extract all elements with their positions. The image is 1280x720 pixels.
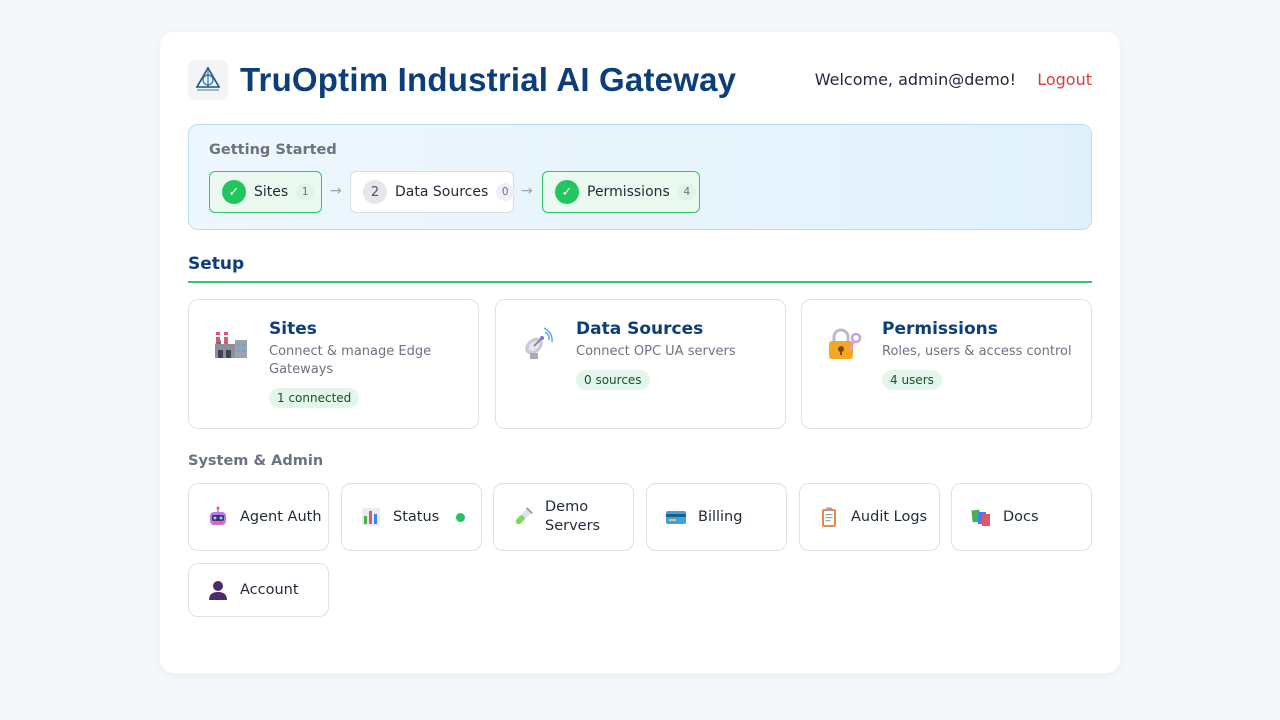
app-title: TruOptim Industrial AI Gateway: [240, 61, 737, 98]
tile-docs[interactable]: Docs: [951, 483, 1092, 551]
setup-divider: [188, 281, 1092, 283]
satellite-dish-icon: [520, 326, 556, 362]
setup-card-permissions[interactable]: Permissions Roles, users & access contro…: [801, 299, 1092, 429]
step-count: 4: [677, 183, 696, 201]
lock-key-icon: [826, 326, 862, 362]
step-sites[interactable]: ✓ Sites 1: [209, 171, 322, 213]
clipboard-icon: [818, 506, 840, 528]
status-badge: 4 users: [882, 370, 942, 390]
tile-agent-auth[interactable]: Agent Auth: [188, 483, 329, 551]
tile-label: Billing: [698, 508, 743, 525]
welcome-text: Welcome, admin@demo!: [814, 70, 1016, 89]
setup-card-data-sources[interactable]: Data Sources Connect OPC UA servers 0 so…: [495, 299, 786, 429]
tile-label: Audit Logs: [851, 508, 928, 525]
status-badge: 0 sources: [576, 370, 650, 390]
main-card: TruOptim Industrial AI Gateway Welcome, …: [160, 32, 1120, 673]
step-label: Permissions: [587, 184, 670, 200]
books-icon: [970, 506, 992, 528]
test-tube-icon: [512, 506, 534, 528]
step-data-sources[interactable]: 2 Data Sources 0: [350, 171, 515, 213]
setup-card-description: Roles, users & access control: [882, 344, 1072, 359]
setup-card-title: Data Sources: [576, 319, 704, 339]
getting-started-panel: Getting Started ✓ Sites 1 → 2 Data Sourc…: [188, 124, 1092, 230]
step-count: 1: [296, 183, 315, 201]
setup-card-description: Connect & manage Edge Gateways: [269, 344, 432, 377]
step-permissions[interactable]: ✓ Permissions 4: [542, 171, 700, 213]
tile-label: Agent Auth: [240, 508, 322, 525]
tile-label: Demo Servers: [545, 499, 601, 534]
arrow-right-icon: →: [521, 183, 533, 199]
tile-label: Docs: [1003, 508, 1039, 525]
tile-status[interactable]: Status: [341, 483, 482, 551]
user-icon: [207, 579, 229, 601]
robot-icon: [207, 506, 229, 528]
factory-icon: [213, 326, 249, 362]
tile-billing[interactable]: Billing: [646, 483, 787, 551]
setup-card-title: Permissions: [882, 319, 998, 339]
setup-card-description: Connect OPC UA servers: [576, 344, 736, 359]
status-indicator-dot: [456, 512, 465, 522]
credit-card-icon: [665, 506, 687, 528]
check-icon: ✓: [222, 180, 246, 204]
tile-label: Account: [240, 581, 299, 598]
header: TruOptim Industrial AI Gateway Welcome, …: [188, 60, 1092, 102]
setup-card-sites[interactable]: Sites Connect & manage Edge Gateways 1 c…: [188, 299, 479, 429]
tile-account[interactable]: Account: [188, 563, 329, 617]
step-label: Data Sources: [395, 184, 489, 200]
tile-demo-servers[interactable]: Demo Servers: [493, 483, 634, 551]
step-label: Sites: [254, 184, 289, 200]
arrow-right-icon: →: [330, 183, 342, 199]
getting-started-title: Getting Started: [209, 142, 337, 158]
bar-chart-icon: [360, 506, 382, 528]
setup-section-title: Setup: [188, 254, 245, 274]
tile-audit-logs[interactable]: Audit Logs: [799, 483, 940, 551]
status-badge: 1 connected: [269, 388, 360, 408]
step-number: 2: [363, 180, 387, 204]
logout-link[interactable]: Logout: [1037, 70, 1092, 89]
system-admin-title: System & Admin: [188, 453, 324, 469]
setup-card-title: Sites: [269, 319, 317, 339]
truoptim-logo-icon: [188, 60, 228, 100]
check-icon: ✓: [555, 180, 579, 204]
step-count: 0: [496, 183, 515, 201]
